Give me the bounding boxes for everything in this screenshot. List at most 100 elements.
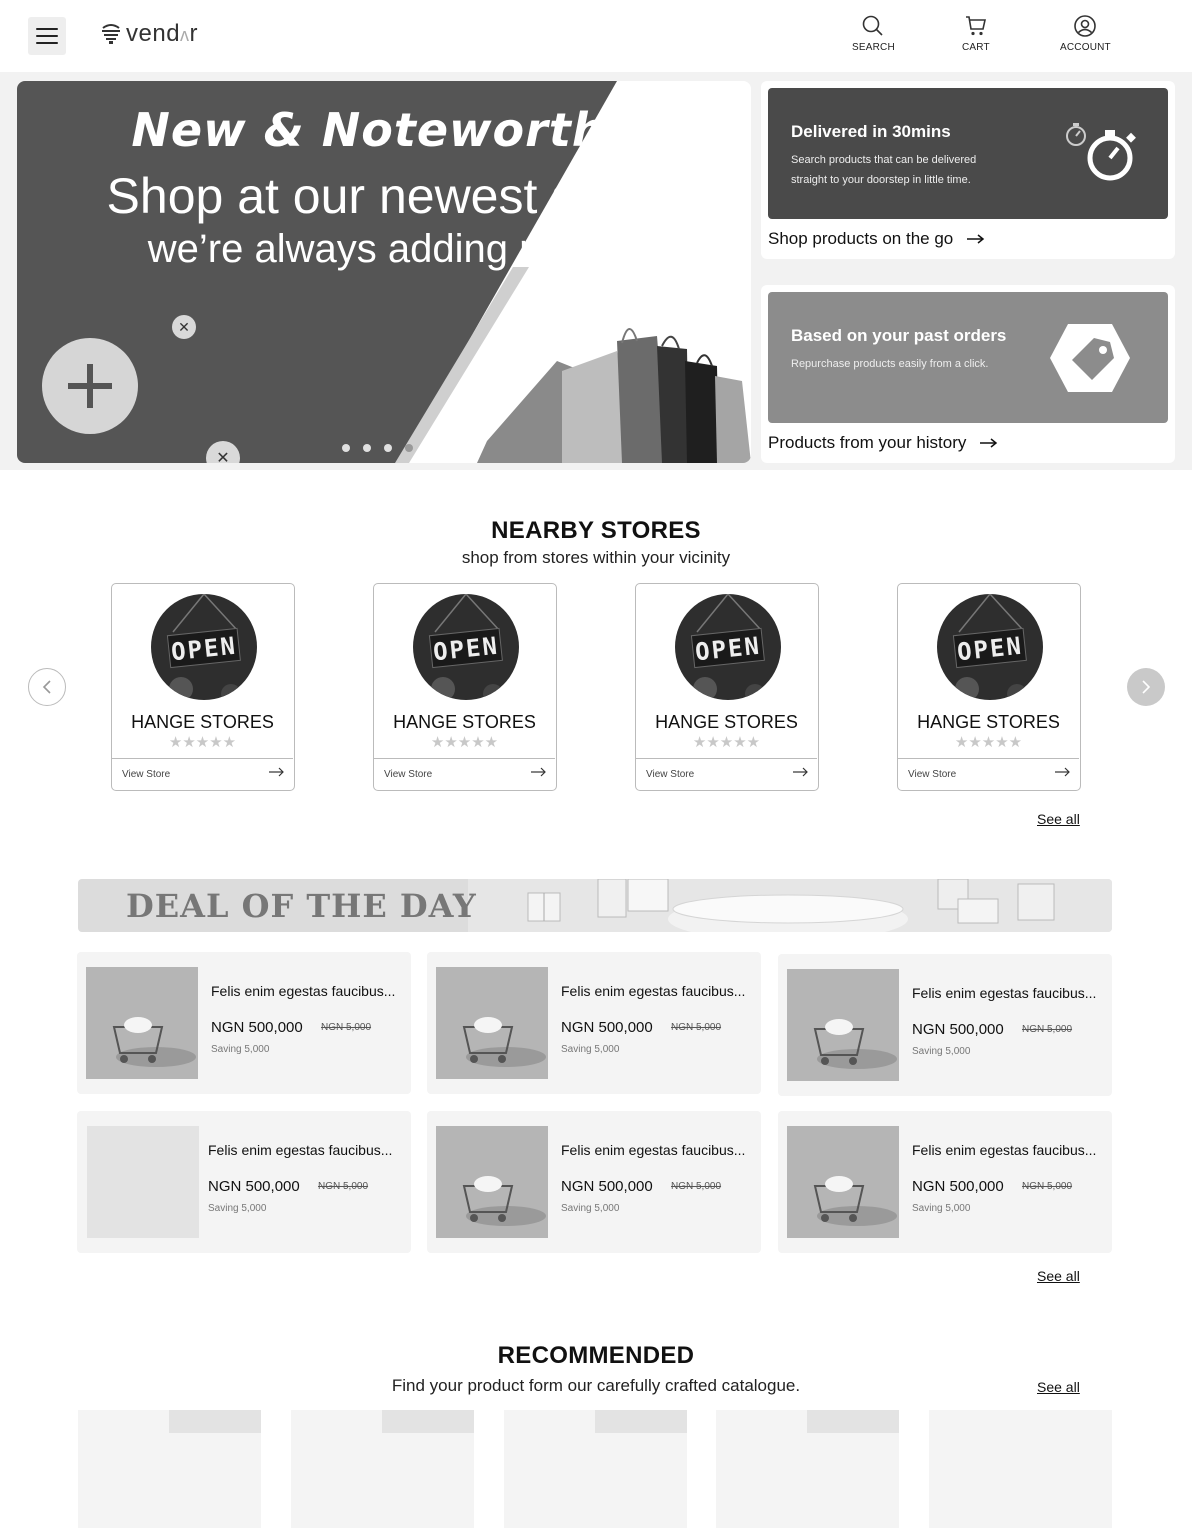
logo-mark-icon [102,24,120,44]
carousel-dot[interactable] [384,444,392,452]
store-name: HANGE STORES [393,712,536,732]
product-badge [382,1410,474,1433]
product-saving: Saving 5,000 [561,1044,620,1055]
product-price: NGN 500,000 [208,1178,300,1195]
arrow-right-icon [967,234,985,244]
carousel-dot-active[interactable] [405,444,413,452]
star-rating: ★★★★★ [692,734,761,751]
close-icon[interactable]: ✕ [172,315,196,339]
view-store-link[interactable]: View Store [898,758,1079,790]
cart-nav-button[interactable]: CART [962,14,990,53]
deal-product-card[interactable]: Felis enim egestas faucibus... NGN 500,0… [778,1111,1112,1253]
product-name: Felis enim egestas faucibus... [561,1142,746,1158]
hero-headline: Shop at our newest stores [106,168,688,224]
account-icon [1074,15,1097,37]
product-saving: Saving 5,000 [211,1044,270,1055]
nearby-stores-title: NEARBY STORES [491,517,701,544]
stopwatch-icon [1066,123,1136,181]
view-store-label: View Store [122,769,171,780]
product-saving: Saving 5,000 [912,1046,971,1057]
view-store-label: View Store [908,769,957,780]
store-card[interactable]: OPEN HANGE STORES ★★★★★ View Store [111,583,295,791]
see-all-deals-link[interactable]: See all [1037,1268,1080,1284]
carousel-dots [342,444,413,452]
recommended-product-card[interactable] [929,1410,1112,1528]
vendar-logo[interactable]: vendʌr [100,20,198,48]
see-all-stores-link[interactable]: See all [1037,811,1080,827]
recommended-product-card[interactable] [78,1410,261,1528]
hero-carousel[interactable]: New & Noteworthy Shop at our newest stor… [17,81,751,463]
promo-link[interactable]: Products from your history [768,433,998,453]
chevron-left-icon [42,680,51,694]
deal-product-card[interactable]: Felis enim egestas faucibus... NGN 500,0… [778,954,1112,1096]
arrow-right-icon [269,767,284,777]
product-price: NGN 500,000 [561,1178,653,1195]
view-store-link[interactable]: View Store [636,758,817,790]
view-store-label: View Store [384,769,433,780]
product-name: Felis enim egestas faucibus... [208,1142,393,1158]
store-card[interactable]: OPEN HANGE STORES ★★★★★ View Store [635,583,819,791]
deal-product-card[interactable]: Felis enim egestas faucibus... NGN 500,0… [77,1111,411,1253]
store-image: OPEN [937,594,1043,700]
product-price: NGN 500,000 [211,1019,303,1036]
product-image-placeholder [87,1126,199,1238]
hero-subline: we’re always adding more [147,227,611,271]
arrow-right-icon [793,767,808,777]
product-image [436,967,548,1079]
product-price: NGN 500,000 [912,1178,1004,1195]
product-old-price: NGN 5,000 [671,1022,722,1033]
carousel-prev-button[interactable] [28,668,66,706]
product-price: NGN 500,000 [561,1019,653,1036]
promo-description: Search products that can be delivered st… [791,154,977,186]
hamburger-menu-icon[interactable] [28,17,66,55]
promo-title: Delivered in 30mins [791,122,951,141]
cart-label: CART [962,42,990,53]
store-card[interactable]: OPEN HANGE STORES ★★★★★ View Store [897,583,1081,791]
promo-link[interactable]: Shop products on the go [768,229,985,249]
account-label: ACCOUNT [1060,42,1111,53]
cart-icon [965,16,986,36]
carousel-dot[interactable] [342,444,350,452]
carousel-dot[interactable] [363,444,371,452]
store-name: HANGE STORES [131,712,274,732]
search-label: SEARCH [852,42,895,53]
see-all-recommended-link[interactable]: See all [1037,1379,1080,1395]
promo-link-label: Shop products on the go [768,229,954,248]
product-old-price: NGN 5,000 [671,1181,722,1192]
product-saving: Saving 5,000 [208,1203,267,1214]
top-header: vendʌr SEARCH CART ACCOUNT [0,0,1192,72]
arrow-right-icon [1055,767,1070,777]
promo-card-past-orders[interactable]: Based on your past orders Repurchase pro… [761,285,1175,463]
add-button[interactable] [42,338,138,434]
product-badge [807,1410,899,1433]
store-card[interactable]: OPEN HANGE STORES ★★★★★ View Store [373,583,557,791]
store-name: HANGE STORES [917,712,1060,732]
recommended-product-card[interactable] [291,1410,474,1528]
product-saving: Saving 5,000 [912,1203,971,1214]
recommended-subtitle: Find your product form our carefully cra… [391,1376,801,1395]
recommended-title: RECOMMENDED [497,1342,695,1369]
product-badge [595,1410,687,1433]
logo-text-accent: ʌ [180,25,190,45]
deal-product-card[interactable]: Felis enim egestas faucibus... NGN 500,0… [77,952,411,1094]
account-nav-button[interactable]: ACCOUNT [1060,14,1111,53]
deal-product-card[interactable]: Felis enim egestas faucibus... NGN 500,0… [427,1111,761,1253]
store-image: OPEN [675,594,781,700]
promo-card-fast-delivery[interactable]: Delivered in 30mins Search products that… [761,81,1175,259]
star-rating: ★★★★★ [430,734,499,751]
view-store-link[interactable]: View Store [374,758,555,790]
product-saving: Saving 5,000 [561,1203,620,1214]
view-store-link[interactable]: View Store [112,758,293,790]
recommended-product-card[interactable] [504,1410,687,1528]
arrow-right-icon [531,767,546,777]
arrow-right-icon [980,438,998,448]
deal-product-card[interactable]: Felis enim egestas faucibus... NGN 500,0… [427,952,761,1094]
product-price: NGN 500,000 [912,1021,1004,1038]
tag-icon [1050,324,1130,392]
product-image [787,969,899,1081]
search-nav-button[interactable]: SEARCH [852,14,895,53]
promo-link-label: Products from your history [768,433,967,452]
recommended-product-card[interactable] [716,1410,899,1528]
carousel-next-button[interactable] [1127,668,1165,706]
product-old-price: NGN 5,000 [318,1181,369,1192]
